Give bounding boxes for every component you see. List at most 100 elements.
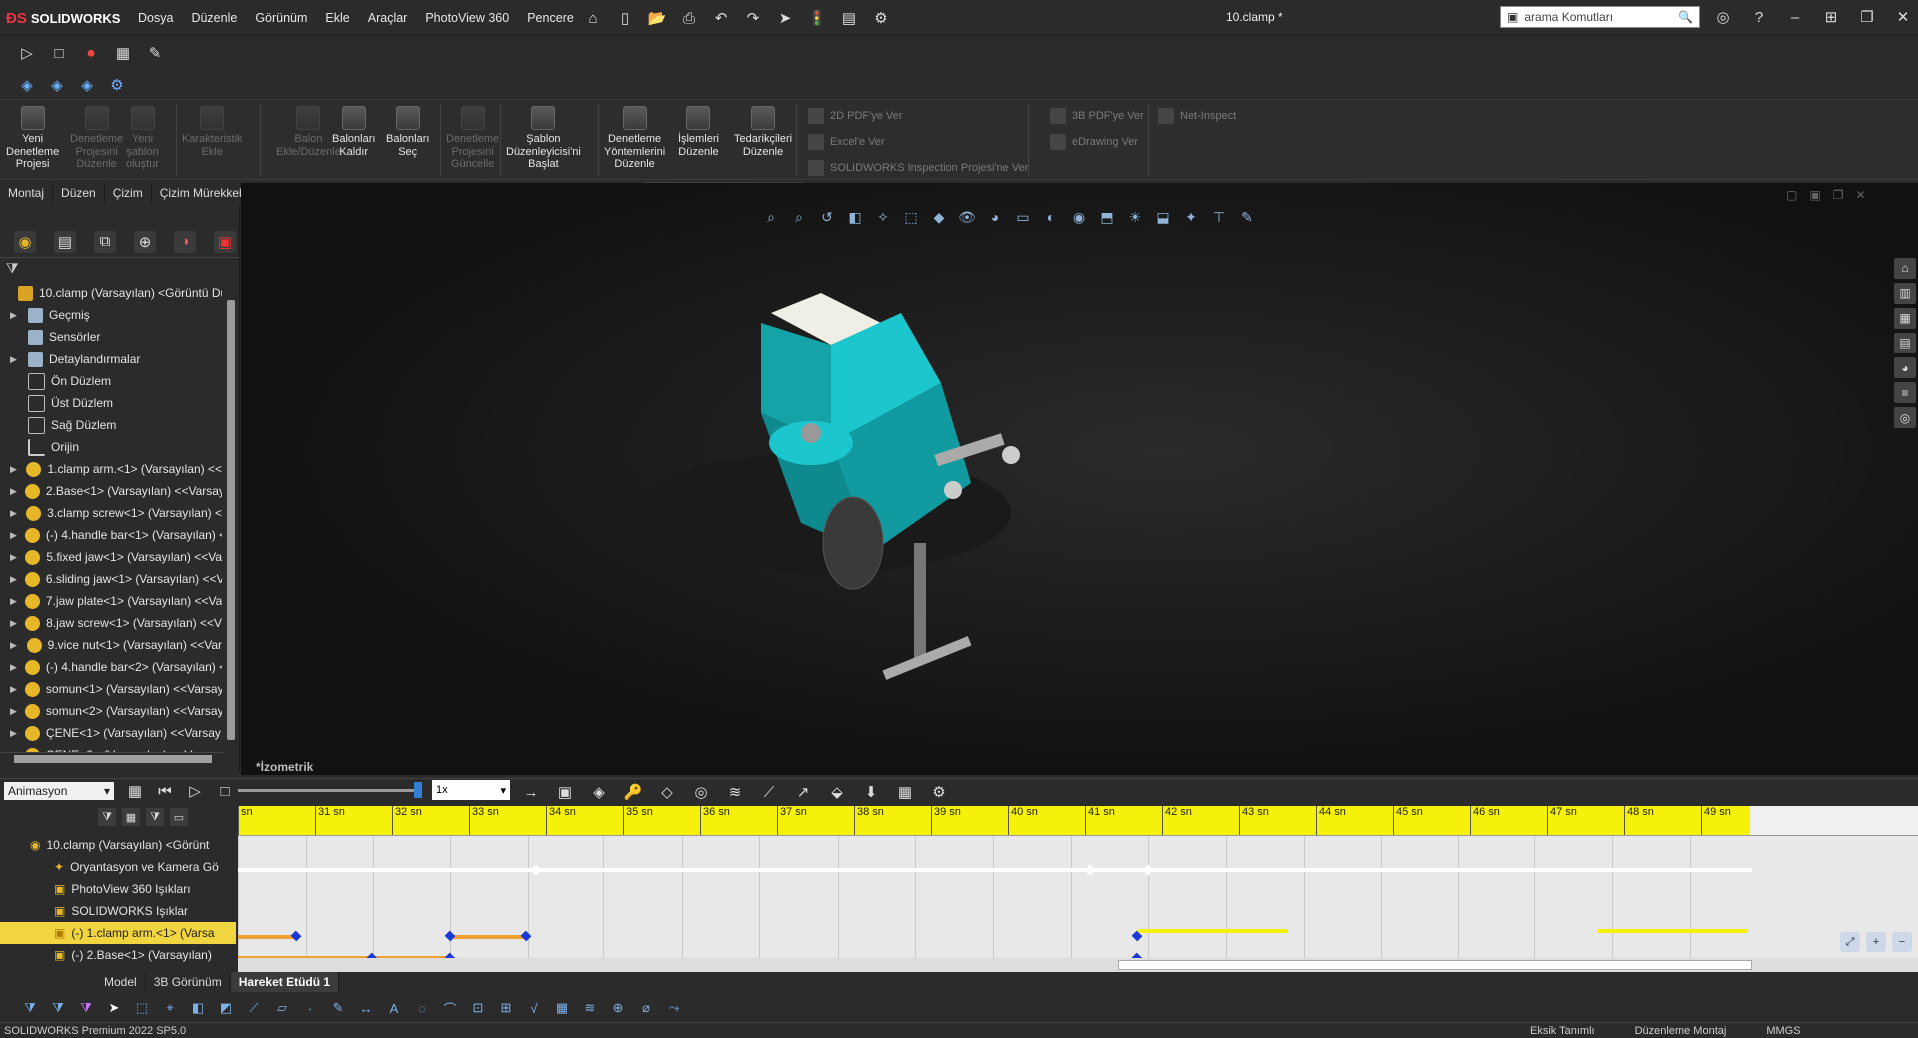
expand-arrow-icon[interactable]: ▶ (10, 508, 18, 519)
stop-icon[interactable]: □ (48, 42, 70, 64)
play-from-start-icon[interactable]: ⏮ (154, 780, 176, 802)
options-gear-icon[interactable]: ⚙ (870, 7, 892, 29)
contact-icon[interactable]: ⬙ (826, 781, 848, 803)
zoom-to-area-icon[interactable]: ⌕ (788, 206, 810, 228)
custom-properties-icon[interactable]: ≡ (1894, 382, 1916, 404)
record-icon[interactable]: ⏺ (80, 42, 102, 64)
bottom-tab[interactable]: Hareket Etüdü 1 (230, 972, 340, 992)
property-manager-icon[interactable]: ▤ (54, 230, 76, 253)
motion-tree-item[interactable]: ▣ PhotoView 360 Işıkları (0, 878, 236, 900)
ribbon-button[interactable]: Balonları Seç (386, 106, 429, 158)
ambient-occlusion-icon[interactable]: ⬒ (1096, 206, 1118, 228)
forum-icon[interactable]: ◎ (1894, 407, 1916, 429)
zoom-in-icon[interactable]: + (1866, 932, 1886, 952)
filter-tolerance-icon[interactable]: ⊞ (496, 998, 516, 1018)
viewport-close-icon[interactable]: ✕ (1855, 188, 1865, 202)
measure-icon[interactable]: ⊤ (1208, 206, 1230, 228)
motion-tree-item[interactable]: ▣ (-) 1.clamp arm.<1> (Varsa (0, 922, 236, 944)
bottom-tab[interactable]: Model (96, 972, 146, 992)
file-properties-icon[interactable]: ▤ (838, 7, 860, 29)
feature-manager-icon[interactable]: ◉ (14, 230, 36, 253)
view-orientation-icon[interactable]: ⬚ (900, 206, 922, 228)
display-manager-icon[interactable]: ◑ (174, 230, 196, 253)
view-settings-icon[interactable]: ◐ (1040, 206, 1062, 228)
results-icon[interactable]: ▦ (894, 781, 916, 803)
filter-surfaces-icon[interactable]: ◩ (216, 998, 236, 1018)
open-icon[interactable]: 📂 (646, 7, 668, 29)
tree-item[interactable]: ▶ 8.jaw screw<1> (Varsayılan) <<V (0, 612, 222, 634)
tree-item[interactable]: ▶ 3.clamp screw<1> (Varsayılan) < (0, 502, 222, 524)
redo-icon[interactable]: ↷ (742, 7, 764, 29)
undo-icon[interactable]: ↶ (710, 7, 732, 29)
menu-item[interactable]: Düzenle (191, 11, 237, 25)
menu-item[interactable]: Ekle (325, 11, 349, 25)
dimxpert-icon[interactable]: ⊕ (134, 230, 156, 253)
snap-icon[interactable]: ⌖ (160, 998, 180, 1018)
box-select-icon[interactable]: ⬚ (132, 998, 152, 1018)
tree-item[interactable]: ▶ ÇENE<1> (Varsayılan) <<Varsayıl (0, 722, 222, 744)
filter-center-marks-icon[interactable]: ⊕ (608, 998, 628, 1018)
menu-item[interactable]: Araçlar (368, 11, 408, 25)
filter-icon[interactable]: ⧩ (6, 260, 19, 277)
tree-item[interactable]: ▶ Geçmiş (0, 304, 222, 326)
filter-notes-icon[interactable]: A (384, 998, 404, 1018)
expand-arrow-icon[interactable]: ▶ (10, 662, 17, 673)
expand-arrow-icon[interactable]: ▶ (10, 684, 17, 695)
tree-horizontal-scroll-thumb[interactable] (14, 755, 212, 763)
motor-icon[interactable]: ◎ (690, 781, 712, 803)
filter-hole-callout-icon[interactable]: ⌀ (636, 998, 656, 1018)
filter-cosmetic-thread-icon[interactable]: ≋ (580, 998, 600, 1018)
tree-item[interactable]: ▶ 2.Base<1> (Varsayılan) <<Varsayı (0, 480, 222, 502)
motion-tree-item[interactable]: ✦ Oryantasyon ve Kamera Gö (0, 856, 236, 878)
tree-item[interactable]: ▶ somun<1> (Varsayılan) <<Varsay (0, 678, 222, 700)
tree-item[interactable]: Sensörler (0, 326, 222, 348)
expand-arrow-icon[interactable]: ▶ (10, 618, 17, 629)
menu-item[interactable]: Pencere (527, 11, 574, 25)
tree-item[interactable]: ▶ 6.sliding jaw<1> (Varsayılan) <<V (0, 568, 222, 590)
expand-arrow-icon[interactable]: ▶ (10, 706, 17, 717)
hide-show-icon[interactable]: 👁 (956, 206, 978, 228)
filter-animated-icon[interactable]: ⧩ (98, 808, 116, 826)
zoom-to-fit-icon[interactable]: ⤢ (1840, 932, 1860, 952)
expand-arrow-icon[interactable]: ▶ (10, 464, 18, 475)
filter-balloons-icon[interactable]: ◌ (412, 998, 432, 1018)
filter-toolbar-icon[interactable]: ⧩ (20, 998, 40, 1018)
viewport-restore-icon[interactable]: ❐ (1833, 188, 1844, 202)
animation-wizard-icon[interactable]: ◈ (588, 781, 610, 803)
markup-icon[interactable]: ✎ (1236, 206, 1258, 228)
damper-icon[interactable]: ⟋ (758, 781, 780, 803)
expand-arrow-icon[interactable]: ▶ (10, 354, 20, 365)
stop-icon[interactable]: □ (214, 780, 236, 802)
new-macro-icon[interactable]: ▦ (112, 42, 134, 64)
tree-item[interactable]: ▶ Detaylandırmalar (0, 348, 222, 370)
filter-selected-icon[interactable]: ⧩ (146, 808, 164, 826)
filter-points-icon[interactable]: · (300, 998, 320, 1018)
perspective-icon[interactable]: ⬓ (1152, 206, 1174, 228)
graphics-viewport[interactable] (241, 183, 1918, 775)
force-icon[interactable]: ↗ (792, 781, 814, 803)
tree-item[interactable]: Sağ Düzlem (0, 414, 222, 436)
gravity-icon[interactable]: ⬇ (860, 781, 882, 803)
cam-manager-icon[interactable]: ▣ (214, 230, 236, 253)
tab-item[interactable]: Montaj (0, 182, 54, 204)
expand-arrow-icon[interactable]: ▶ (10, 552, 17, 563)
tree-item[interactable]: ▶ somun<2> (Varsayılan) <<Varsay (0, 700, 222, 722)
filter-vertices-icon[interactable]: ⧩ (48, 998, 68, 1018)
filter-planes-icon[interactable]: ▱ (272, 998, 292, 1018)
tab-item[interactable]: Düzen (53, 182, 105, 204)
shadows-icon[interactable]: ☀ (1124, 206, 1146, 228)
view-palette-icon[interactable]: ▤ (1894, 332, 1916, 354)
expand-arrow-icon[interactable]: ▶ (10, 574, 17, 585)
filter-edges-icon[interactable]: ⧩ (76, 998, 96, 1018)
restore-icon[interactable]: ❐ (1856, 6, 1878, 28)
tree-item[interactable]: Orijin (0, 436, 222, 458)
viewport-tile-icon[interactable]: ▢ (1786, 188, 1797, 202)
ribbon-button[interactable]: Denetleme Yöntemlerini Düzenle (604, 106, 665, 171)
edit-appearance-icon[interactable]: ◕ (984, 206, 1006, 228)
tree-item[interactable]: Ön Düzlem (0, 370, 222, 392)
filter-routing-icon[interactable]: ⤳ (664, 998, 684, 1018)
playback-speed-select[interactable]: 1x ▾ (432, 780, 510, 800)
units-selector[interactable]: MMGS (1766, 1025, 1800, 1037)
menu-item[interactable]: Görünüm (255, 11, 307, 25)
display-style-icon[interactable]: ◆ (928, 206, 950, 228)
